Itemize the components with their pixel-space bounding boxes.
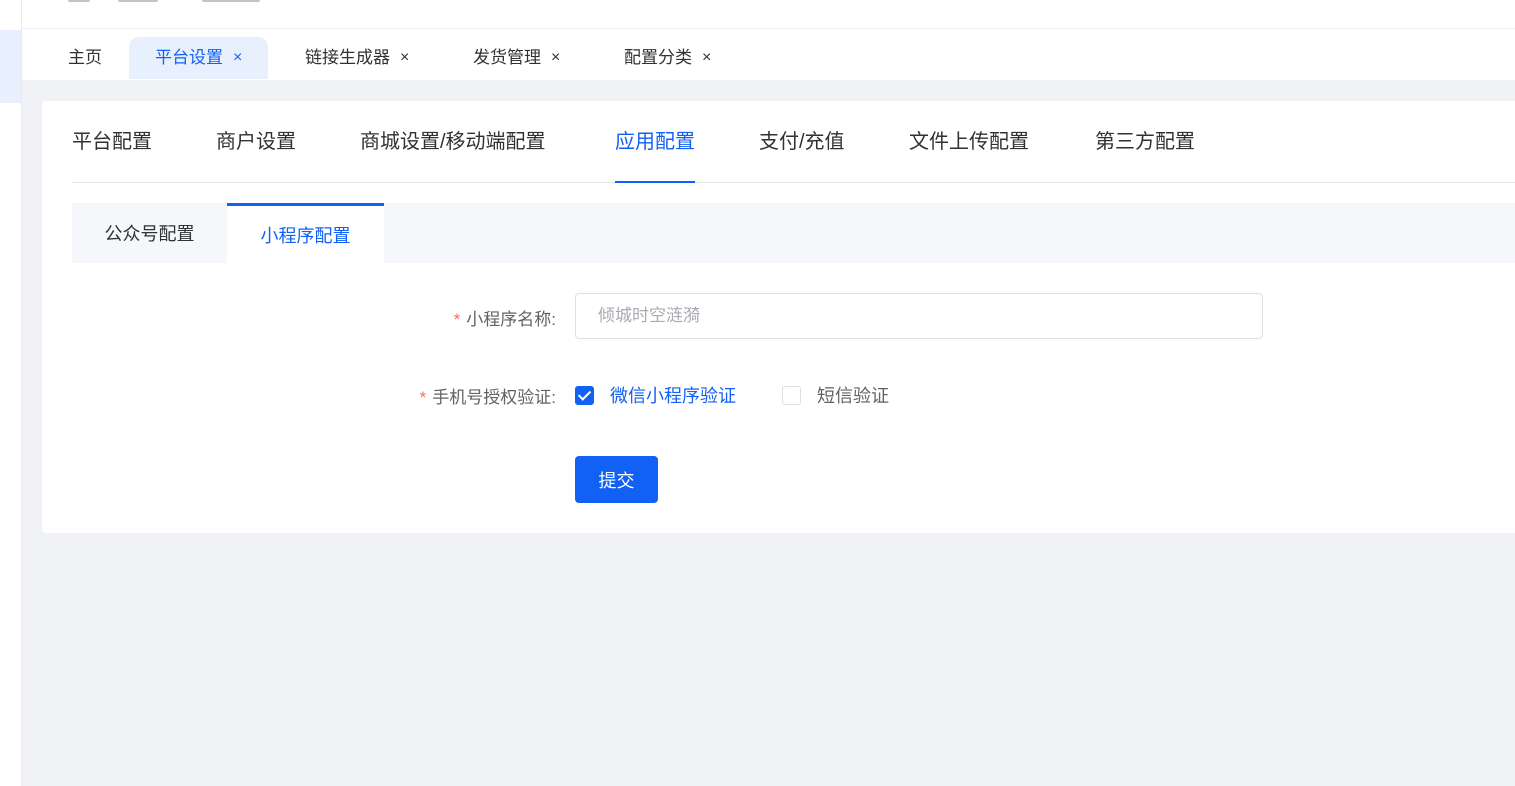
breadcrumb-fragment — [118, 0, 158, 2]
tag-config-category[interactable]: 配置分类 × — [624, 37, 711, 79]
required-mark: * — [419, 388, 427, 407]
tab-app-config[interactable]: 应用配置 — [615, 101, 695, 183]
top-header — [22, 0, 1515, 29]
mini-program-name-input[interactable] — [575, 293, 1263, 339]
checkbox-checked-icon[interactable] — [575, 385, 594, 405]
tag-label: 链接生成器 — [305, 48, 390, 67]
close-icon[interactable]: × — [400, 37, 409, 79]
required-mark: * — [453, 310, 461, 329]
sub-tabs: 公众号配置 小程序配置 — [72, 203, 1515, 263]
tag-label: 平台设置 — [155, 48, 223, 67]
checkbox-unchecked-icon[interactable] — [782, 385, 801, 405]
checkbox-sms-verify[interactable]: 短信验证 — [782, 380, 889, 410]
submit-button[interactable]: 提交 — [575, 456, 658, 503]
tag-label: 发货管理 — [473, 48, 541, 67]
breadcrumb-fragment — [68, 0, 90, 2]
phone-auth-label: * 手机号授权验证: — [382, 383, 556, 408]
label-text: 手机号授权验证: — [432, 388, 556, 407]
tab-third-party-config[interactable]: 第三方配置 — [1095, 101, 1195, 182]
tag-home[interactable]: 主页 — [68, 37, 102, 79]
tab-file-upload-config[interactable]: 文件上传配置 — [909, 101, 1029, 182]
tab-platform-config[interactable]: 平台配置 — [72, 101, 152, 182]
subtab-mini-program[interactable]: 小程序配置 — [227, 203, 384, 263]
tag-shipping-management[interactable]: 发货管理 × — [473, 37, 560, 79]
tags-view-bar: 主页 平台设置 × 链接生成器 × 发货管理 × 配置分类 × — [22, 29, 1515, 80]
breadcrumb-fragment — [202, 0, 260, 2]
checkbox-wechat-verify[interactable]: 微信小程序验证 — [575, 380, 736, 410]
tag-label: 主页 — [68, 48, 102, 67]
label-text: 小程序名称: — [466, 310, 556, 329]
tab-mall-mobile-config[interactable]: 商城设置/移动端配置 — [360, 101, 546, 182]
settings-card: 平台配置 商户设置 商城设置/移动端配置 应用配置 支付/充值 文件上传配置 第… — [42, 101, 1515, 533]
tag-label: 配置分类 — [624, 48, 692, 67]
tab-payment-recharge[interactable]: 支付/充值 — [759, 101, 845, 182]
close-icon[interactable]: × — [702, 37, 711, 79]
tag-platform-settings[interactable]: 平台设置 × — [129, 37, 269, 79]
subtab-official-account[interactable]: 公众号配置 — [72, 203, 227, 263]
tab-merchant-settings[interactable]: 商户设置 — [216, 101, 296, 182]
tag-link-generator[interactable]: 链接生成器 × — [305, 37, 409, 79]
checkbox-label: 短信验证 — [817, 386, 889, 406]
mini-program-name-label: * 小程序名称: — [422, 305, 556, 330]
checkbox-label: 微信小程序验证 — [610, 386, 736, 406]
main-tabs: 平台配置 商户设置 商城设置/移动端配置 应用配置 支付/充值 文件上传配置 第… — [72, 101, 1515, 183]
close-icon[interactable]: × — [551, 37, 560, 79]
sidebar-active-item[interactable] — [0, 30, 21, 103]
sidebar-collapsed — [0, 0, 22, 786]
close-icon[interactable]: × — [233, 37, 242, 79]
